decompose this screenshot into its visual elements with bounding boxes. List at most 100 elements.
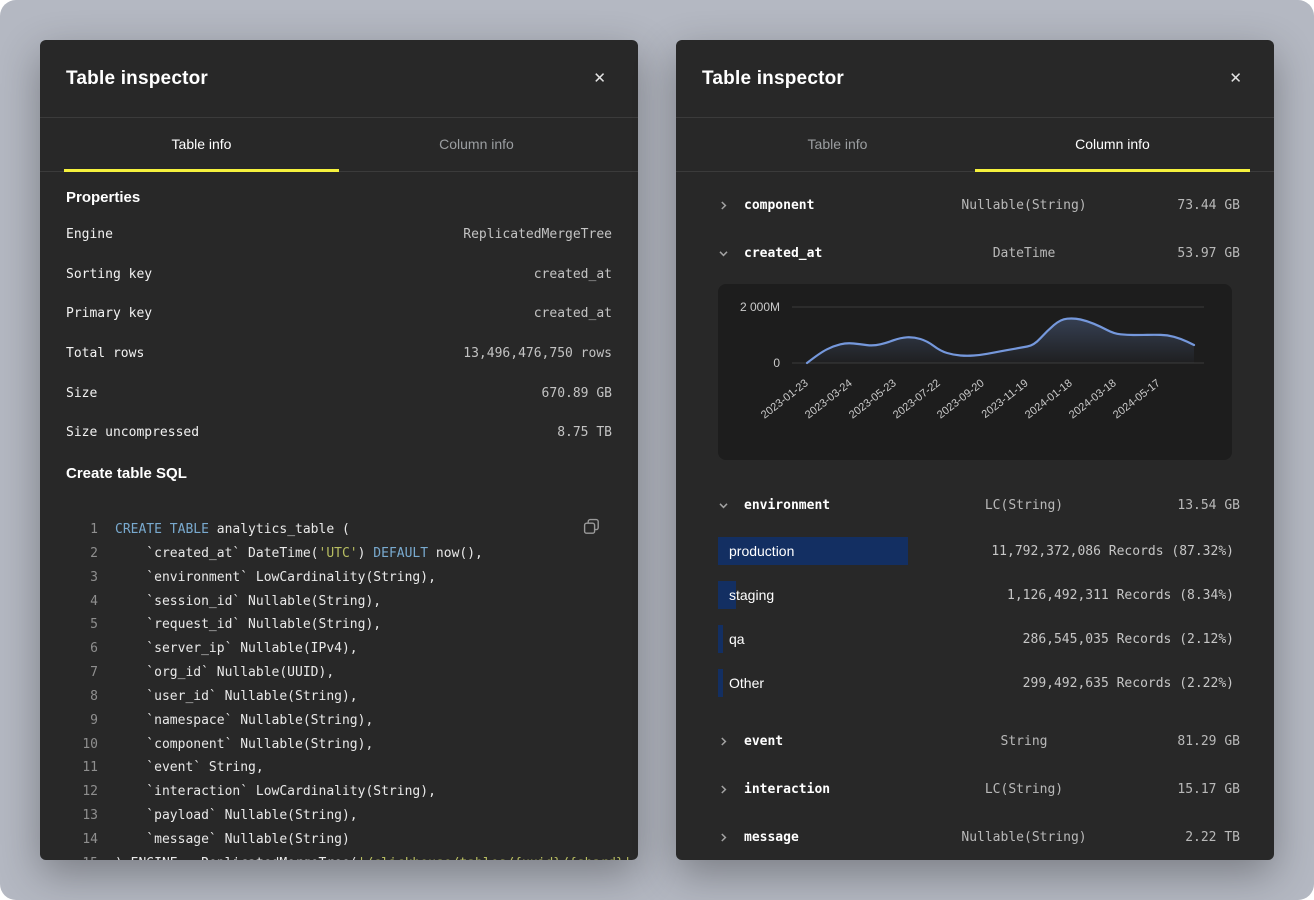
line-number: 7 <box>66 665 98 680</box>
column-row-environment[interactable]: environment LC(String) 13.54 GB <box>702 481 1248 529</box>
column-size: 2.22 TB <box>1136 830 1240 845</box>
column-size: 13.54 GB <box>1136 498 1240 513</box>
chevron-right-icon[interactable] <box>718 736 744 747</box>
created-at-distribution-chart: 2 000M 0 2023-01-232023-03-242023-05-232… <box>718 284 1232 460</box>
tab-column-info[interactable]: Column info <box>339 118 614 172</box>
chevron-right-icon[interactable] <box>718 784 744 795</box>
line-number: 13 <box>66 808 98 823</box>
env-value-label: production <box>718 543 794 559</box>
column-row-interaction[interactable]: interaction LC(String) 15.17 GB <box>702 765 1248 813</box>
sql-line: 7 `org_id` Nullable(UUID), <box>66 661 612 685</box>
sql-line: 6 `server_ip` Nullable(IPv4), <box>66 637 612 661</box>
column-row-component[interactable]: component Nullable(String) 73.44 GB <box>702 181 1248 229</box>
environment-values-list: production 11,792,372,086 Records (87.32… <box>702 529 1248 705</box>
env-value-row-production[interactable]: production 11,792,372,086 Records (87.32… <box>702 529 1248 573</box>
column-type: LC(String) <box>912 782 1136 797</box>
property-row-size-uncompressed: Size uncompressed 8.75 TB <box>66 413 612 453</box>
line-number: 1 <box>66 522 98 537</box>
dialog-header: Table inspector ✕ <box>676 40 1274 118</box>
column-row-message[interactable]: message Nullable(String) 2.22 TB <box>702 813 1248 860</box>
sql-line: 1CREATE TABLE analytics_table ( <box>66 518 612 542</box>
env-value-label: qa <box>718 631 745 647</box>
sql-line: 13 `payload` Nullable(String), <box>66 804 612 828</box>
column-name: component <box>744 198 912 213</box>
sql-line: 15) ENGINE = ReplicatedMergeTree('/click… <box>66 851 612 860</box>
sql-lines: 1CREATE TABLE analytics_table ( 2 `creat… <box>66 518 612 860</box>
column-type: DateTime <box>912 246 1136 261</box>
property-label: Total rows <box>66 346 144 361</box>
sql-line: 8 `user_id` Nullable(String), <box>66 684 612 708</box>
tab-table-info[interactable]: Table info <box>64 118 339 172</box>
line-number: 6 <box>66 641 98 656</box>
column-name: message <box>744 830 912 845</box>
dialog-title: Table inspector <box>66 68 208 90</box>
column-name: interaction <box>744 782 912 797</box>
dialog-body: Properties Engine ReplicatedMergeTree So… <box>40 189 638 860</box>
line-number: 12 <box>66 784 98 799</box>
property-label: Engine <box>66 227 113 242</box>
column-type: String <box>912 734 1136 749</box>
copy-icon[interactable] <box>581 516 602 540</box>
property-label: Sorting key <box>66 267 152 282</box>
property-row-sorting-key: Sorting key created_at <box>66 255 612 295</box>
close-icon[interactable]: ✕ <box>587 65 612 92</box>
y-axis-tick-label: 2 000M <box>718 300 780 314</box>
column-row-event[interactable]: event String 81.29 GB <box>702 717 1248 765</box>
column-size: 81.29 GB <box>1136 734 1240 749</box>
table-inspector-dialog-table-info: Table inspector ✕ Table infoColumn info … <box>40 40 638 860</box>
sql-line: 12 `interaction` LowCardinality(String), <box>66 780 612 804</box>
chevron-right-icon[interactable] <box>718 832 744 843</box>
column-row-created_at[interactable]: created_at DateTime 53.97 GB <box>702 229 1248 277</box>
env-value-row-staging[interactable]: staging 1,126,492,311 Records (8.34%) <box>702 573 1248 617</box>
tab-bar: Table infoColumn info <box>40 118 638 172</box>
close-icon[interactable]: ✕ <box>1223 65 1248 92</box>
env-value-row-other[interactable]: Other 299,492,635 Records (2.22%) <box>702 661 1248 705</box>
x-axis-tick-label: 2023-01-23 <box>736 377 811 439</box>
create-table-sql-heading: Create table SQL <box>66 465 612 483</box>
chevron-down-icon[interactable] <box>718 500 744 511</box>
sql-line: 5 `request_id` Nullable(String), <box>66 613 612 637</box>
column-name: event <box>744 734 912 749</box>
canvas-background: Table inspector ✕ Table infoColumn info … <box>0 0 1314 900</box>
dialog-header: Table inspector ✕ <box>40 40 638 118</box>
sql-line: 10 `component` Nullable(String), <box>66 732 612 756</box>
property-value: 670.89 GB <box>542 386 612 401</box>
tab-table-info[interactable]: Table info <box>700 118 975 172</box>
sql-line: 11 `event` String, <box>66 756 612 780</box>
env-value-records: 1,126,492,311 Records (8.34%) <box>1007 588 1234 603</box>
env-value-row-qa[interactable]: qa 286,545,035 Records (2.12%) <box>702 617 1248 661</box>
property-label: Primary key <box>66 306 152 321</box>
line-number: 5 <box>66 617 98 632</box>
table-inspector-dialog-column-info: Table inspector ✕ Table infoColumn info … <box>676 40 1274 860</box>
column-type: LC(String) <box>912 498 1136 513</box>
sql-code-block: 1CREATE TABLE analytics_table ( 2 `creat… <box>66 518 612 860</box>
y-axis-tick-label: 0 <box>718 356 780 370</box>
property-row-primary-key: Primary key created_at <box>66 294 612 334</box>
chevron-down-icon[interactable] <box>718 248 744 259</box>
dialog-title: Table inspector <box>702 68 844 90</box>
line-number: 10 <box>66 737 98 752</box>
env-value-records: 299,492,635 Records (2.22%) <box>1023 676 1234 691</box>
property-value: created_at <box>534 306 612 321</box>
line-number: 8 <box>66 689 98 704</box>
chevron-right-icon[interactable] <box>718 200 744 211</box>
properties-heading: Properties <box>66 189 612 207</box>
env-value-label: Other <box>718 675 764 691</box>
area-chart <box>718 284 1232 368</box>
column-size: 53.97 GB <box>1136 246 1240 261</box>
columns-list: component Nullable(String) 73.44 GB crea… <box>676 181 1274 860</box>
column-name: environment <box>744 498 912 513</box>
line-number: 11 <box>66 760 98 775</box>
property-label: Size <box>66 386 97 401</box>
line-number: 3 <box>66 570 98 585</box>
env-value-label: staging <box>718 587 774 603</box>
tab-column-info[interactable]: Column info <box>975 118 1250 172</box>
property-value: 13,496,476,750 rows <box>463 346 612 361</box>
sql-line: 3 `environment` LowCardinality(String), <box>66 565 612 589</box>
line-number: 2 <box>66 546 98 561</box>
line-number: 4 <box>66 594 98 609</box>
line-number: 14 <box>66 832 98 847</box>
sql-line: 14 `message` Nullable(String) <box>66 828 612 852</box>
env-value-records: 286,545,035 Records (2.12%) <box>1023 632 1234 647</box>
tab-bar: Table infoColumn info <box>676 118 1274 172</box>
